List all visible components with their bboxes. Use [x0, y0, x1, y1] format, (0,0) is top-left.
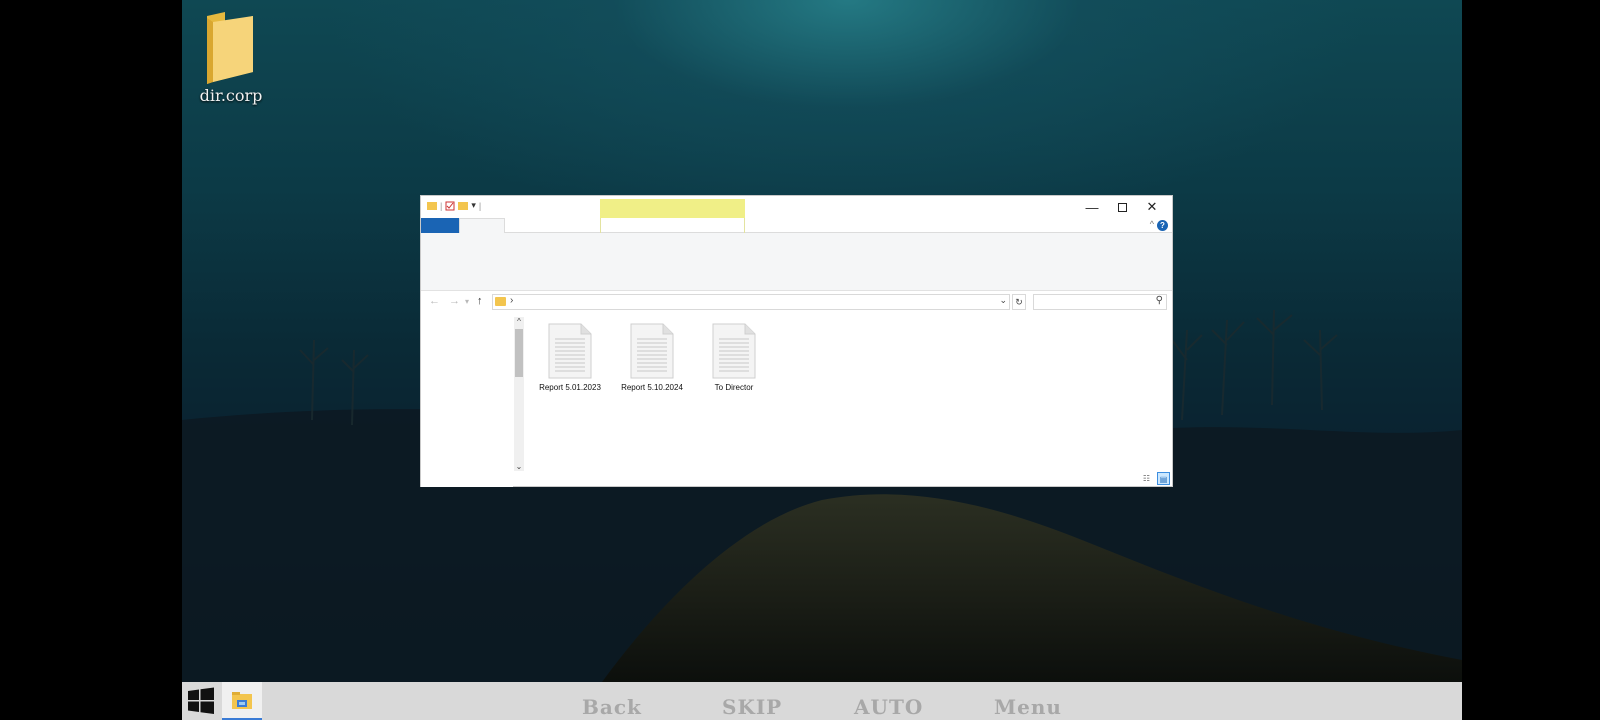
- file-explorer-window: | ▾ | — ✕ ^ ? ← → ▾ ↑ › ⌄ ↻ ⚲ ^ ⌄ Report…: [420, 195, 1173, 487]
- minimize-icon: —: [1085, 199, 1099, 215]
- file-list: Report 5.01.2023 Report 5.10.2024 To Dir…: [539, 323, 765, 392]
- forward-arrow-icon[interactable]: →: [449, 295, 460, 307]
- contextual-tab-header: [600, 199, 745, 218]
- minimize-button[interactable]: —: [1077, 196, 1107, 218]
- maximize-icon: [1117, 202, 1127, 212]
- new-folder-icon[interactable]: [458, 201, 469, 210]
- maximize-button[interactable]: [1107, 196, 1137, 218]
- tab-file[interactable]: [421, 218, 459, 233]
- scroll-up-icon[interactable]: ^: [514, 317, 524, 326]
- refresh-icon: ↻: [1015, 297, 1023, 307]
- navigation-pane-scrollbar[interactable]: ^ ⌄: [514, 317, 524, 471]
- view-switcher: ☷ ▤: [1140, 472, 1170, 485]
- document-icon: [630, 323, 674, 379]
- chevron-up-icon[interactable]: ^: [1150, 219, 1154, 229]
- title-bar: | ▾ | — ✕: [421, 196, 1172, 218]
- tab-home[interactable]: [459, 218, 505, 234]
- taskbar-file-explorer[interactable]: [222, 682, 262, 720]
- taskbar: Back SKIP AUTO Menu: [182, 682, 1462, 720]
- file-item[interactable]: Report 5.01.2023: [539, 323, 601, 392]
- menu-button[interactable]: Menu: [994, 695, 1062, 719]
- back-arrow-icon[interactable]: ←: [429, 295, 440, 307]
- file-name: Report 5.10.2024: [621, 383, 683, 392]
- recent-locations-icon[interactable]: ▾: [465, 297, 469, 306]
- folder-icon: [207, 12, 253, 84]
- customize-toolbar-icon[interactable]: ▾: [471, 200, 476, 211]
- back-button[interactable]: Back: [582, 695, 642, 719]
- navigation-pane: [421, 315, 513, 487]
- file-item[interactable]: Report 5.10.2024: [621, 323, 683, 392]
- folder-icon: [495, 297, 506, 306]
- search-input[interactable]: ⚲: [1033, 294, 1167, 310]
- skip-button[interactable]: SKIP: [722, 695, 782, 719]
- address-bar[interactable]: › ⌄: [492, 294, 1010, 310]
- close-button[interactable]: ✕: [1137, 196, 1167, 218]
- help-icon[interactable]: ?: [1157, 220, 1168, 231]
- windows-start-icon[interactable]: [186, 686, 216, 716]
- ribbon-tabs: ^ ?: [421, 218, 1172, 234]
- file-item[interactable]: To Director: [703, 323, 765, 392]
- toolbar-separator: |: [478, 200, 482, 211]
- ribbon-body: [421, 233, 1172, 291]
- refresh-button[interactable]: ↻: [1012, 294, 1026, 310]
- scrollbar-thumb[interactable]: [515, 329, 523, 377]
- search-icon: ⚲: [1155, 295, 1163, 306]
- details-view-icon[interactable]: ☷: [1140, 472, 1153, 485]
- properties-icon[interactable]: [445, 201, 455, 211]
- quick-access-toolbar: | ▾ |: [427, 200, 481, 211]
- navigation-bar: ← → ▾ ↑ › ⌄ ↻ ⚲: [421, 291, 1172, 315]
- file-name: To Director: [714, 383, 754, 392]
- close-icon: ✕: [1146, 199, 1158, 214]
- large-icons-view-icon[interactable]: ▤: [1157, 472, 1170, 485]
- desktop-screen: dir.corp | ▾ | — ✕ ^ ? ← → ▾ ↑ › ⌄ ↻ ⚲ ^…: [182, 0, 1462, 720]
- desktop-folder-shortcut[interactable]: dir.corp: [196, 12, 266, 105]
- desktop-icon-label: dir.corp: [199, 86, 263, 105]
- tab-contextual[interactable]: [600, 218, 745, 233]
- document-icon: [712, 323, 756, 379]
- up-arrow-icon[interactable]: ↑: [477, 295, 483, 307]
- auto-button[interactable]: AUTO: [854, 695, 923, 719]
- folder-icon[interactable]: [427, 201, 437, 210]
- chevron-down-icon[interactable]: ⌄: [999, 295, 1007, 306]
- toolbar-separator: |: [440, 200, 443, 211]
- scroll-down-icon[interactable]: ⌄: [514, 462, 524, 471]
- breadcrumb-chevron[interactable]: ›: [510, 295, 513, 306]
- file-explorer-icon: [232, 692, 252, 709]
- document-icon: [548, 323, 592, 379]
- file-name: Report 5.01.2023: [539, 383, 601, 392]
